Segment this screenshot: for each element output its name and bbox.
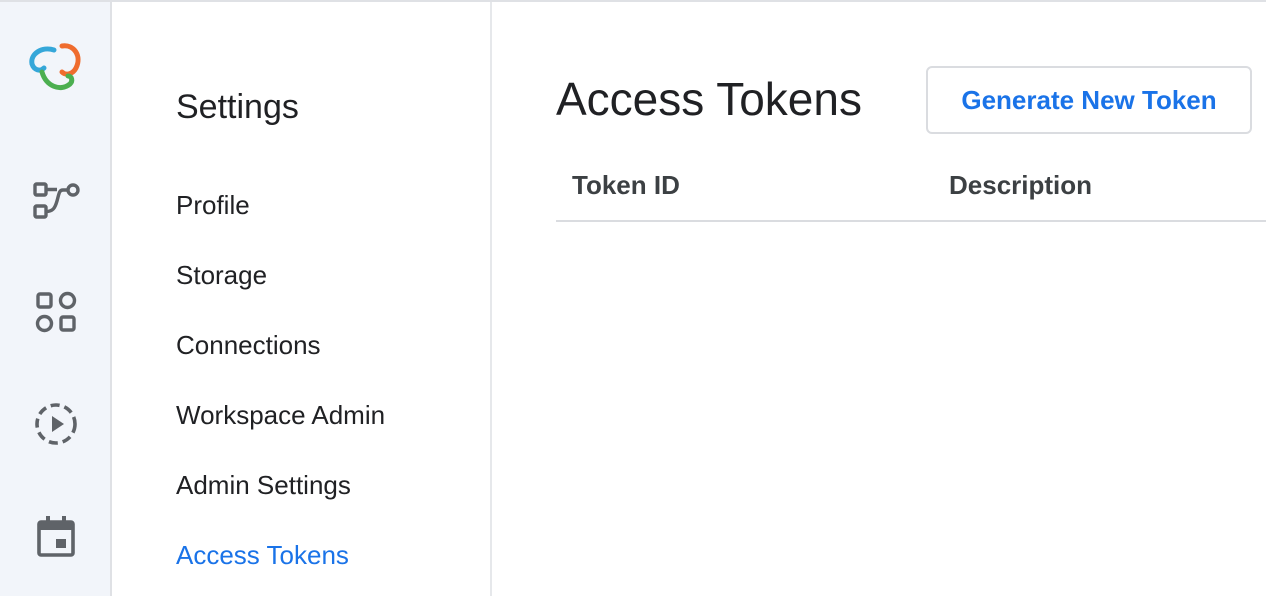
settings-item-access-tokens[interactable]: Access Tokens [176, 540, 349, 571]
settings-item-admin-settings[interactable]: Admin Settings [176, 470, 351, 501]
apps-grid-icon[interactable] [28, 284, 84, 340]
tokens-table-header: Token ID Description [556, 162, 1266, 222]
column-header-description[interactable]: Description [949, 170, 1092, 201]
settings-item-connections[interactable]: Connections [176, 330, 321, 361]
runs-play-icon[interactable] [28, 396, 84, 452]
app-logo-icon[interactable] [26, 38, 84, 96]
settings-nav: Settings Profile Storage Connections Wor… [112, 2, 492, 596]
settings-title: Settings [176, 88, 299, 126]
column-header-token-id[interactable]: Token ID [572, 170, 680, 201]
icon-rail [0, 2, 112, 596]
settings-item-workspace-admin[interactable]: Workspace Admin [176, 400, 385, 431]
calendar-icon[interactable] [28, 508, 84, 564]
settings-item-storage[interactable]: Storage [176, 260, 267, 291]
generate-new-token-button[interactable]: Generate New Token [926, 66, 1252, 134]
settings-item-profile[interactable]: Profile [176, 190, 250, 221]
main-content: Access Tokens Generate New Token Token I… [492, 2, 1266, 596]
app-window: Settings Profile Storage Connections Wor… [0, 0, 1266, 596]
page-title: Access Tokens [556, 73, 862, 125]
workflow-icon[interactable] [28, 172, 84, 228]
